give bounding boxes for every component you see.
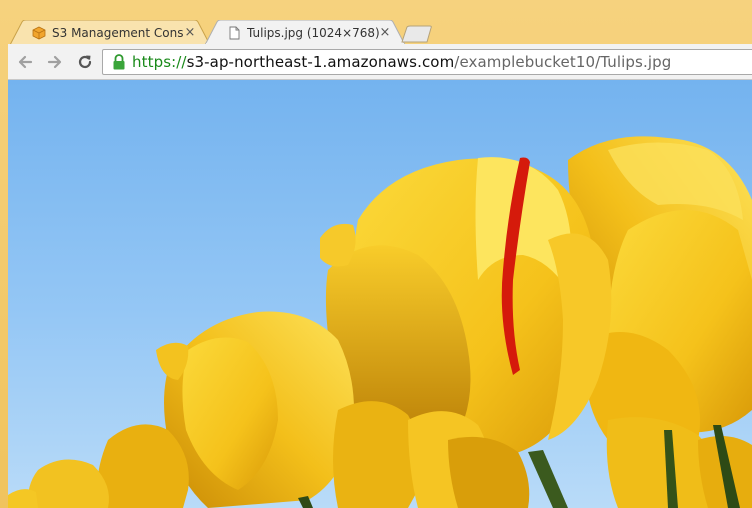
back-button[interactable] [12, 49, 38, 75]
url-host: s3-ap-northeast-1.amazonaws.com [186, 53, 455, 71]
tab-tulips[interactable]: Tulips.jpg (1024×768) × [205, 20, 405, 45]
document-icon [229, 26, 240, 39]
browser-window: S3 Management Console × Tulips.jpg (1024… [0, 0, 752, 508]
tab-title: S3 Management Console [52, 25, 184, 40]
tab-s3-console[interactable]: S3 Management Console × [10, 20, 210, 45]
amazon-box-icon [32, 26, 46, 39]
tab-title: Tulips.jpg (1024×768) [247, 25, 379, 40]
new-tab-button[interactable] [400, 25, 434, 43]
url-scheme: https:// [132, 53, 187, 71]
url-path: /examplebucket10/Tulips.jpg [454, 53, 672, 71]
browser-toolbar: https://s3-ap-northeast-1.amazonaws.com/… [8, 44, 752, 80]
tulips-image [8, 136, 752, 508]
forward-button[interactable] [42, 49, 68, 75]
reload-icon [78, 55, 92, 68]
back-arrow-icon [18, 55, 33, 68]
tab-close-icon[interactable]: × [379, 25, 391, 40]
page-content [8, 80, 752, 508]
address-bar[interactable]: https://s3-ap-northeast-1.amazonaws.com/… [102, 49, 752, 75]
reload-button[interactable] [72, 49, 98, 75]
tab-strip: S3 Management Console × Tulips.jpg (1024… [0, 0, 752, 45]
lock-icon[interactable] [111, 53, 127, 71]
forward-arrow-icon [47, 55, 62, 68]
tab-close-icon[interactable]: × [184, 25, 196, 40]
url-text[interactable]: https://s3-ap-northeast-1.amazonaws.com/… [132, 53, 671, 71]
